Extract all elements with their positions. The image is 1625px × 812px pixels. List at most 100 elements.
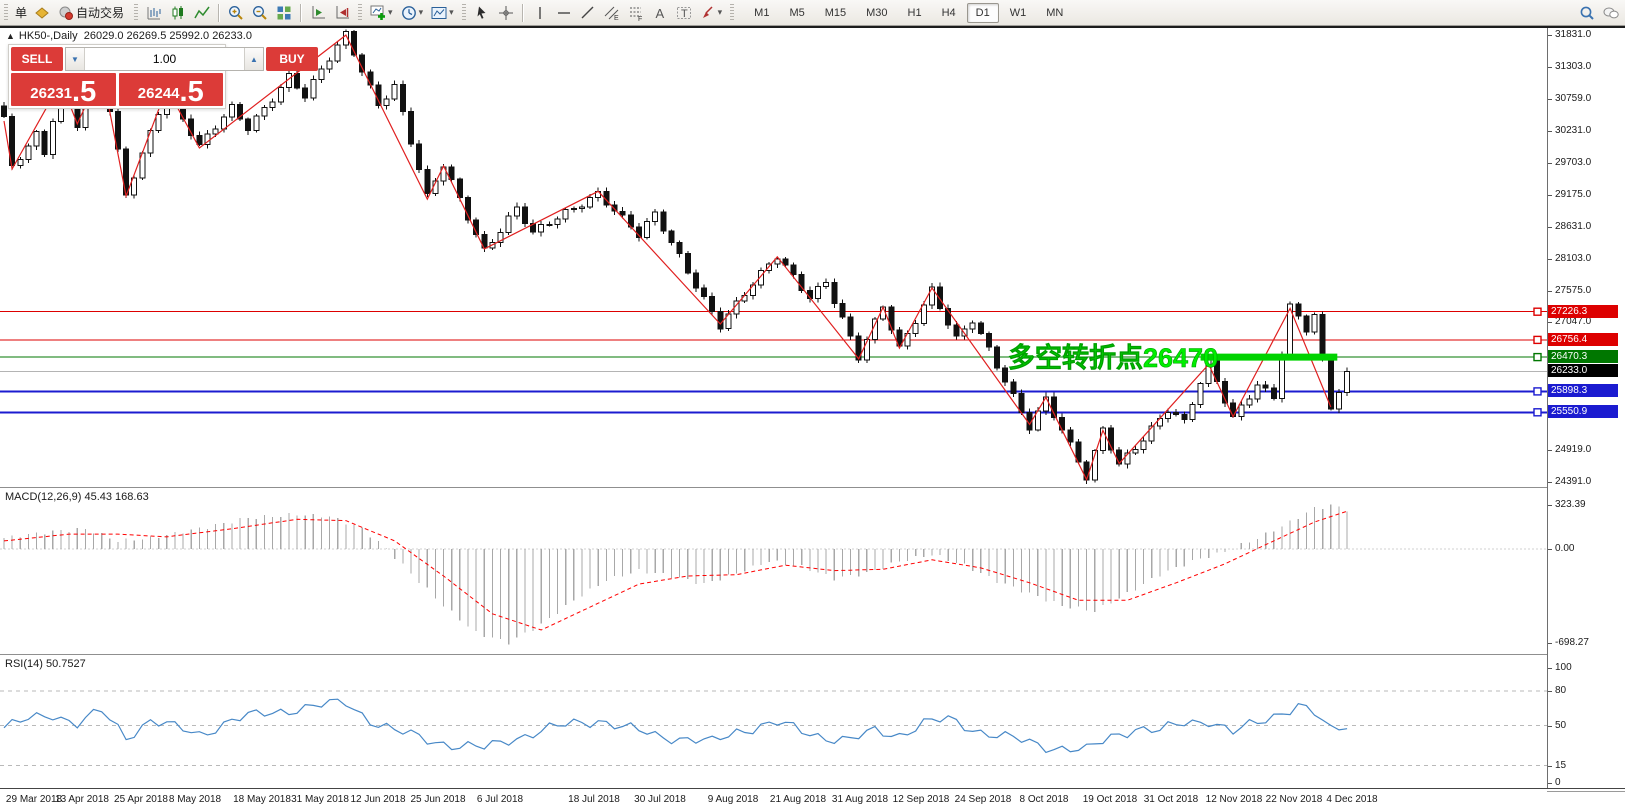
timeframe-button-MN[interactable]: MN [1037,3,1072,23]
sell-button[interactable]: SELL [11,47,63,71]
toolbar-grip [4,4,8,22]
line-handle[interactable] [1534,336,1541,343]
main-toolbar: 单 自动交易 ▾ ▾ ▾ EFAT ▾ M1M5M15M30H1H4D1W1MN [0,0,1625,26]
crosshair-button[interactable] [495,2,517,24]
price-label-26470: 26470.3 [1548,350,1618,363]
macd-pane[interactable]: MACD(12,26,9) 45.43 168.63 [0,490,1547,654]
line-handle[interactable] [1534,388,1541,395]
text-button[interactable]: A [649,2,671,24]
buy-button[interactable]: BUY [266,47,318,71]
zoom-in-button[interactable] [225,2,247,24]
axis-tick-label: 50 [1548,720,1566,732]
axis-tick-label: 28103.0 [1548,253,1591,265]
price-label-27226: 27226.3 [1548,305,1618,318]
zoom-out-button[interactable] [249,2,271,24]
gold-ingot-icon[interactable] [31,2,53,24]
bar-chart-button[interactable] [143,2,165,24]
timeframe-button-M1[interactable]: M1 [745,3,778,23]
date-tick-label: 6 Jul 2018 [460,794,540,805]
ohlc-values: 26029.0 26269.5 25992.0 26233.0 [84,30,252,42]
text-label-button[interactable]: T [673,2,695,24]
dropdown-caret-icon[interactable]: ▾ [388,7,393,18]
timeframe-button-H4[interactable]: H4 [933,3,965,23]
line-chart-button[interactable] [191,2,213,24]
one-click-collapse-icon[interactable]: ▲ [6,31,15,41]
dropdown-caret-icon[interactable]: ▾ [449,7,454,18]
toolbar-separator [218,4,220,22]
sell-price-box[interactable]: 26231.5 [11,73,116,106]
axis-tick-label: 29175.0 [1548,189,1591,201]
timeframe-button-M30[interactable]: M30 [857,3,896,23]
symbol-period-label: HK50-,Daily [19,30,78,42]
buy-price-main: 26244 [138,83,180,105]
rsi-label: RSI(14) 50.7527 [5,658,86,670]
candlestick-chart[interactable]: 多空转折点26470 [0,28,1547,487]
sell-price-main: 26231 [30,83,72,105]
price-label-25898: 25898.3 [1548,384,1618,397]
auto-scroll-button[interactable] [307,2,329,24]
axis-tick-label: 28631.0 [1548,221,1591,233]
timeframe-button-H1[interactable]: H1 [899,3,931,23]
pivot-annotation[interactable]: 多空转折点26470 [1008,342,1218,373]
toolbar-separator [522,4,524,22]
price-label-25551: 25550.9 [1548,405,1618,418]
axis-tick-label: 15 [1548,760,1566,772]
rsi-pane[interactable]: RSI(14) 50.7527 [0,657,1547,788]
volume-increase-button[interactable]: ▲ [245,48,263,70]
fibonacci-button[interactable]: F [625,2,647,24]
axis-tick-label: 27047.0 [1548,316,1591,328]
date-tick-label: 30 Jul 2018 [620,794,700,805]
axis-tick-label: 29703.0 [1548,157,1591,169]
line-handle[interactable] [1534,409,1541,416]
sell-price-fraction: .5 [72,79,96,105]
toolbar-grip [462,4,466,22]
new-order-button-partial[interactable]: 单 [13,2,29,24]
arrows-button[interactable]: ▾ [697,2,726,24]
channel-button[interactable]: E [601,2,623,24]
price-axis[interactable]: 31831.031303.030759.030231.029703.029175… [1547,28,1625,788]
dropdown-caret-icon[interactable]: ▾ [718,7,723,18]
macd-chart[interactable] [0,490,1547,654]
axis-tick-label: 80 [1548,685,1566,697]
templates-button[interactable]: ▾ [428,2,457,24]
timeframe-button-M15[interactable]: M15 [816,3,855,23]
line-handle[interactable] [1534,354,1541,361]
trendline-button[interactable] [577,2,599,24]
auto-trading-button[interactable]: 自动交易 [55,2,129,24]
svg-text:E: E [614,15,619,21]
macd-label: MACD(12,26,9) 45.43 168.63 [5,491,149,503]
volume-decrease-button[interactable]: ▼ [66,48,84,70]
rsi-chart[interactable] [0,657,1547,788]
dropdown-caret-icon[interactable]: ▾ [419,7,424,18]
line-handle[interactable] [1534,308,1541,315]
volume-input[interactable] [84,48,245,70]
macd-signal-line [4,511,1347,630]
candlestick-chart-button[interactable] [167,2,189,24]
timeframe-button-W1[interactable]: W1 [1001,3,1036,23]
timeframe-button-M5[interactable]: M5 [780,3,813,23]
buy-price-box[interactable]: 26244.5 [119,73,224,106]
one-click-trading-panel: SELL ▼ ▲ BUY 26231.5 26244.5 [8,44,226,109]
chart-shift-button[interactable] [331,2,353,24]
chat-button[interactable] [1600,2,1622,24]
svg-text:T: T [681,8,688,20]
axis-tick-label: 24391.0 [1548,476,1591,488]
search-button[interactable] [1576,2,1598,24]
horizontal-line-button[interactable] [553,2,575,24]
tile-windows-button[interactable] [273,2,295,24]
axis-tick-label: 31303.0 [1548,61,1591,73]
timeframe-button-D1[interactable]: D1 [967,3,999,23]
axis-tick-label: 323.39 [1548,499,1586,511]
time-axis[interactable]: 29 Mar 201813 Apr 201825 Apr 20188 May 2… [0,790,1547,812]
toolbar-grip [730,4,734,22]
cursor-button[interactable] [471,2,493,24]
indicators-button[interactable]: ▾ [367,2,396,24]
toolbar-separator [300,4,302,22]
main-chart-pane[interactable]: 多空转折点26470 ▲ HK50-,Daily 26029.0 26269.5 … [0,28,1547,487]
axis-tick-label: 0 [1548,777,1561,789]
axis-tick-label: 30759.0 [1548,93,1591,105]
vertical-line-button[interactable] [529,2,551,24]
date-tick-label: 4 Dec 2018 [1312,794,1392,805]
auto-trading-label: 自动交易 [74,4,126,21]
periods-button[interactable]: ▾ [398,2,427,24]
